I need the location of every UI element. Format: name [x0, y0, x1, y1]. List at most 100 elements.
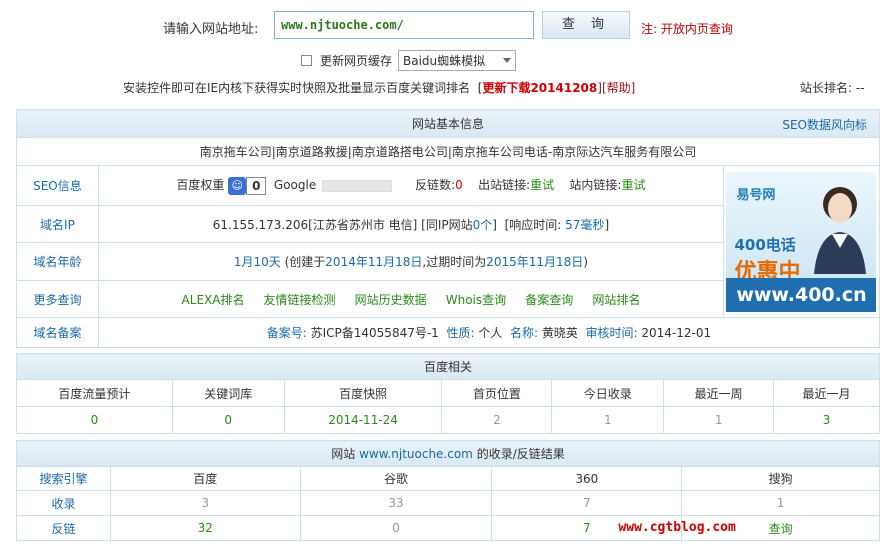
seo-info-cell: 百度权重 ☺ 0 Google 反链数:0 出站链接:重试 站内链接:重试 — [97, 165, 724, 206]
site-rank-link[interactable]: 网站排名 — [592, 293, 640, 307]
week-value: 1 — [663, 406, 775, 434]
baidu-weight-label: 百度权重 — [176, 178, 225, 193]
seo-trend-link[interactable]: SEO数据风向标 — [782, 116, 867, 133]
col-baidu: 百度 — [109, 466, 301, 491]
indexed-sogou: 1 — [681, 490, 880, 516]
nature-label: 性质: — [446, 326, 475, 340]
icp-cell: 备案号: 苏ICP备14055847号-1 性质: 个人 名称: 黄晓英 审核时… — [97, 317, 881, 348]
ad-cell: 易号网 400电话 优惠中 www.400.cn — [722, 165, 881, 318]
backlinks-baidu[interactable]: 32 — [109, 515, 301, 541]
indexed-label: 收录 — [16, 490, 111, 516]
basic-info-table: 网站基本信息 SEO数据风向标 南京拖车公司|南京道路救援|南京道路搭电公司|南… — [16, 109, 881, 348]
audit-label: 审核时间: — [585, 326, 638, 340]
admin-rank: 站长排名: -- — [800, 81, 865, 95]
alexa-link[interactable]: ALEXA排名 — [182, 293, 245, 307]
update-cache-checkbox[interactable] — [301, 54, 312, 66]
backlinks-label: 反链数: — [415, 178, 456, 193]
keywords-value[interactable]: 0 — [171, 406, 285, 434]
ip-text: 61.155.173.206[江苏省苏州市 电信] [同IP网站 — [212, 217, 473, 232]
col-home-position: 首页位置 — [441, 379, 553, 407]
engine-select[interactable]: Baidu蜘蛛模拟 — [398, 49, 517, 71]
backlinks-google: 0 — [299, 515, 493, 541]
inlinks-retry[interactable]: 重试 — [621, 178, 645, 192]
col-keywords: 关键词库 — [171, 379, 285, 407]
help-link[interactable]: [帮助] — [602, 81, 635, 95]
download-link[interactable]: 更新下载20141208 — [482, 81, 597, 95]
col-google: 谷歌 — [299, 466, 493, 491]
index-header-site[interactable]: www.njtuoche.com — [359, 447, 473, 461]
today-value: 1 — [551, 406, 665, 434]
seo-info-label: SEO信息 — [16, 165, 99, 206]
basic-info-header: 网站基本信息 SEO数据风向标 — [16, 109, 880, 138]
indexed-baidu: 3 — [109, 490, 301, 516]
audit-date: 2014-12-01 — [641, 326, 712, 340]
icp-no: 苏ICP备14055847号-1 — [310, 326, 439, 340]
expire-date: 2015年11月18日 — [486, 255, 584, 269]
ad-brand: 易号网 — [736, 187, 776, 203]
index-table: 网站 www.njtuoche.com 的收录/反链结果 搜索引擎 百度 谷歌 … — [16, 440, 880, 541]
home-position-value: 2 — [441, 406, 553, 434]
index-header-suffix: 的收录/反链结果 — [476, 447, 565, 461]
basic-info-title: 网站基本信息 — [411, 117, 484, 131]
ad-line1: 400电话 — [734, 235, 796, 254]
age-close: ) — [583, 255, 588, 269]
col-snapshot: 百度快照 — [283, 379, 443, 407]
outlinks-retry[interactable]: 重试 — [530, 178, 554, 192]
google-pr-bar — [322, 179, 393, 192]
google-label: Google — [273, 178, 317, 193]
outlinks-label: 出站链接: — [478, 178, 531, 193]
whois-link[interactable]: Whois查询 — [446, 293, 506, 307]
index-header: 网站 www.njtuoche.com 的收录/反链结果 — [16, 440, 880, 467]
domain-age-value: 1月10天 — [233, 255, 281, 269]
agent-person-icon — [814, 186, 867, 274]
index-header-prefix: 网站 — [331, 447, 356, 461]
query-button[interactable]: 查 询 — [542, 11, 630, 39]
domain-age-cell: 1月10天 (创建于2014年11月18日,过期时间为2015年11月18日) — [97, 242, 724, 281]
install-text: 安装控件即可在IE内核下获得实时快照及批量显示百度关键词排名 — [123, 81, 471, 95]
snapshot-value[interactable]: 2014-11-24 — [283, 406, 443, 434]
name-value: 黄晓英 — [541, 326, 578, 340]
icp-no-label: 备案号: — [266, 326, 307, 340]
install-notice: 安装控件即可在IE内核下获得实时快照及批量显示百度关键词排名 [更新下载2014… — [123, 79, 635, 96]
ad-url: www.400.cn — [726, 277, 877, 312]
ad-banner[interactable]: 易号网 400电话 优惠中 www.400.cn — [726, 171, 877, 312]
watermark-cgtblog: www.cgtblog.com — [618, 520, 736, 535]
cache-row: 更新网页缓存 Baidu蜘蛛模拟 — [301, 49, 517, 71]
url-input[interactable] — [274, 11, 534, 39]
backlinks-360[interactable]: 7 — [583, 521, 591, 535]
update-cache-label: 更新网页缓存 — [320, 53, 393, 68]
indexed-google: 33 — [299, 490, 493, 516]
backlinks-360-cell: 7 www.cgtblog.com — [491, 515, 736, 541]
site-title: 南京拖车公司|南京道路救援|南京道路搭电公司|南京拖车公司电话-南京际达汽车服务… — [16, 137, 880, 166]
engine-select-value: Baidu蜘蛛模拟 — [403, 53, 486, 68]
ip-close: ] — [492, 217, 497, 232]
traffic-value: 0 — [16, 406, 173, 434]
response-label: [响应时间: — [504, 217, 562, 232]
name-label: 名称: — [509, 326, 539, 340]
baidu-related-header: 百度相关 — [16, 353, 880, 380]
domain-ip-label: 域名IP — [16, 205, 99, 243]
created-date: 2014年11月18日 — [325, 255, 423, 269]
domain-ip-cell: 61.155.173.206[江苏省苏州市 电信] [同IP网站0个] [响应时… — [97, 205, 724, 243]
inner-page-note: 注: 开放内页查询 — [641, 22, 733, 36]
baidu-weight-value: 0 — [246, 176, 267, 195]
more-query-cell: ALEXA排名 友情链接检测 网站历史数据 Whois查询 备案查询 网站排名 — [97, 280, 724, 318]
created-label: (创建于 — [284, 255, 326, 269]
month-value[interactable]: 3 — [773, 406, 880, 434]
response-close: ] — [604, 217, 610, 232]
paw-icon: ☺ — [228, 176, 247, 195]
history-link[interactable]: 网站历史数据 — [355, 293, 427, 307]
col-sogou: 搜狗 — [681, 466, 880, 491]
nature-value: 个人 — [478, 326, 503, 340]
icp-query-link[interactable]: 备案查询 — [525, 293, 573, 307]
col-month: 最近一月 — [773, 379, 880, 407]
col-traffic: 百度流量预计 — [16, 379, 173, 407]
same-ip-count[interactable]: 0个 — [473, 218, 493, 232]
response-value: 57毫秒 — [565, 217, 605, 232]
backlinks-value[interactable]: 0 — [455, 178, 463, 192]
indexed-360: 7 — [491, 490, 683, 516]
backlinks-row-label: 反链 — [16, 515, 111, 541]
col-today: 今日收录 — [551, 379, 665, 407]
col-360: 360 — [491, 466, 683, 491]
friend-link-check[interactable]: 友情链接检测 — [264, 293, 336, 307]
